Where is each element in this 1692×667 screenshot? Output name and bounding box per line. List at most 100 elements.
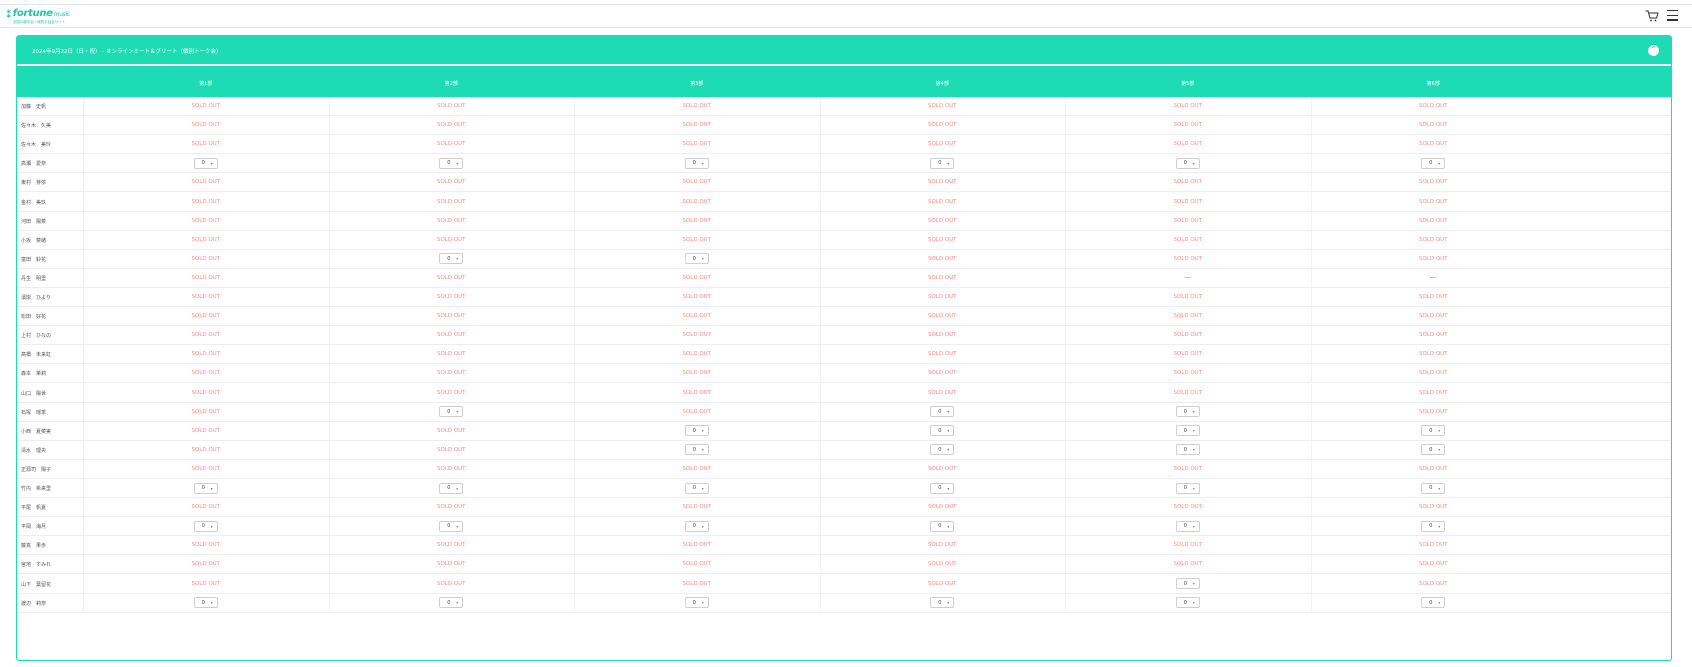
chevron-down-icon: ▾ (947, 409, 950, 415)
sold-out-label: SOLD OUT (437, 307, 466, 325)
quantity-select[interactable]: 0 ▾ (930, 520, 955, 532)
quantity-select[interactable]: 0 ▾ (1175, 482, 1200, 494)
quantity-cell: 0 ▾ (1175, 422, 1200, 440)
quantity-select[interactable]: 0 ▾ (684, 444, 709, 456)
quantity-select[interactable]: 0 ▾ (1421, 444, 1446, 456)
quantity-select[interactable]: 0 ▾ (684, 597, 709, 609)
column-divider (1065, 135, 1066, 154)
column-divider (328, 135, 330, 154)
member-name: 竹内 希来里 (21, 486, 52, 492)
sold-out-label: SOLD OUT (928, 575, 957, 593)
hamburger-menu-icon[interactable] (1667, 10, 1678, 21)
sold-out-text: SOLD OUT (1418, 389, 1448, 396)
quantity-select[interactable]: 0 ▾ (930, 157, 955, 169)
quantity-value: 0 (1429, 427, 1433, 434)
chevron-down-icon: ▾ (1192, 523, 1195, 529)
quantity-select[interactable]: 0 ▾ (684, 482, 709, 494)
sold-out-text: SOLD OUT (682, 580, 712, 587)
collapse-icon[interactable]: ⌃ (1648, 45, 1659, 56)
column-divider (328, 268, 330, 287)
column-divider (328, 345, 330, 364)
column-divider (328, 459, 330, 478)
quantity-cell: 0 ▾ (1421, 422, 1446, 440)
column-divider (819, 517, 821, 536)
quantity-select[interactable]: 0 ▾ (1421, 482, 1446, 494)
quantity-select[interactable]: 0 ▾ (193, 157, 218, 169)
column-divider (1065, 307, 1066, 326)
quantity-select[interactable]: 0 ▾ (1421, 597, 1446, 609)
member-name: 平尾 帆夏 (21, 505, 47, 512)
sold-out-text: SOLD OUT (682, 217, 712, 224)
quantity-select[interactable]: 0 ▾ (439, 597, 464, 609)
quantity-select[interactable]: 0 ▾ (439, 253, 464, 265)
quantity-select[interactable]: 0 ▾ (684, 157, 709, 169)
column-divider (1310, 536, 1312, 555)
quantity-value: 0 (938, 427, 942, 434)
quantity-select[interactable]: 0 ▾ (1175, 578, 1200, 589)
quantity-select[interactable]: 0 ▾ (684, 520, 709, 532)
column-divider (1065, 517, 1066, 536)
chevron-down-icon: ▾ (1192, 581, 1195, 586)
sold-out-label: SOLD OUT (928, 212, 957, 230)
site-logo[interactable]: ⁑ fortunemusic 全国の握手会・個別お話会サイト (6, 9, 70, 25)
chevron-down-icon: ▾ (210, 523, 213, 529)
sold-out-label: SOLD OUT (1173, 307, 1202, 325)
quantity-select[interactable]: 0 ▾ (930, 425, 955, 437)
sold-out-label: SOLD OUT (928, 288, 957, 306)
quantity-select[interactable]: 0 ▾ (439, 482, 464, 494)
sold-out-text: SOLD OUT (927, 122, 957, 129)
quantity-select[interactable]: 0 ▾ (1175, 597, 1200, 609)
column-divider (1310, 135, 1312, 154)
sold-out-label: SOLD OUT (1173, 345, 1202, 363)
quantity-select[interactable]: 0 ▾ (1175, 406, 1200, 418)
sold-out-label: SOLD OUT (1419, 575, 1448, 593)
quantity-select[interactable]: 0 ▾ (439, 406, 464, 418)
column-divider (83, 326, 84, 345)
sold-out-label: SOLD OUT (437, 326, 466, 344)
quantity-select[interactable]: 0 ▾ (1175, 444, 1200, 456)
quantity-select[interactable]: 0 ▾ (1175, 520, 1200, 532)
cart-icon[interactable] (1645, 10, 1659, 22)
quantity-select[interactable]: 0 ▾ (193, 520, 218, 532)
sold-out-text: SOLD OUT (682, 313, 712, 320)
sold-out-text: SOLD OUT (1418, 465, 1448, 472)
sold-out-label: SOLD OUT (1419, 345, 1448, 363)
chevron-down-icon: ▾ (947, 428, 950, 434)
quantity-cell: 0 ▾ (684, 154, 709, 172)
quantity-select[interactable]: 0 ▾ (1421, 520, 1446, 532)
sold-out-text: SOLD OUT (191, 122, 221, 129)
column-divider (83, 402, 84, 421)
quantity-select[interactable]: 0 ▾ (1175, 157, 1200, 169)
column-divider (574, 97, 575, 115)
sold-out-text: SOLD OUT (436, 313, 466, 320)
chevron-down-icon: ▾ (701, 160, 704, 166)
quantity-select[interactable]: 0 ▾ (684, 425, 709, 437)
quantity-select[interactable]: 0 ▾ (193, 597, 218, 609)
quantity-select[interactable]: 0 ▾ (930, 482, 955, 494)
column-divider (1310, 154, 1312, 173)
column-divider (819, 211, 821, 230)
quantity-select[interactable]: 0 ▾ (439, 520, 464, 532)
quantity-value: 0 (938, 160, 942, 167)
event-header[interactable]: 2024年9月22日（日・祝） - オンラインミート＆グリート（個別トーク会） … (17, 36, 1671, 65)
quantity-select[interactable]: 0 ▾ (1421, 157, 1446, 169)
sold-out-label: SOLD OUT (1419, 460, 1448, 478)
quantity-select[interactable]: 0 ▾ (439, 157, 464, 169)
quantity-select[interactable]: 0 ▾ (193, 482, 218, 494)
sold-out-text: SOLD OUT (682, 370, 712, 377)
quantity-select[interactable]: 0 ▾ (684, 253, 709, 265)
quantity-select[interactable]: 0 ▾ (1175, 425, 1200, 437)
sold-out-label: SOLD OUT (928, 326, 957, 344)
column-divider (1065, 555, 1066, 574)
quantity-select[interactable]: 0 ▾ (930, 597, 955, 609)
sold-out-text: SOLD OUT (927, 370, 957, 377)
quantity-value: 0 (692, 160, 696, 167)
column-divider (574, 345, 575, 364)
quantity-select[interactable]: 0 ▾ (930, 444, 955, 456)
quantity-select[interactable]: 0 ▾ (1421, 425, 1446, 437)
column-divider (328, 173, 330, 192)
quantity-select[interactable]: 0 ▾ (930, 406, 955, 418)
sold-out-text: SOLD OUT (191, 274, 221, 281)
column-divider (819, 555, 821, 574)
member-name: 藤嶌 果歩 (21, 543, 47, 550)
